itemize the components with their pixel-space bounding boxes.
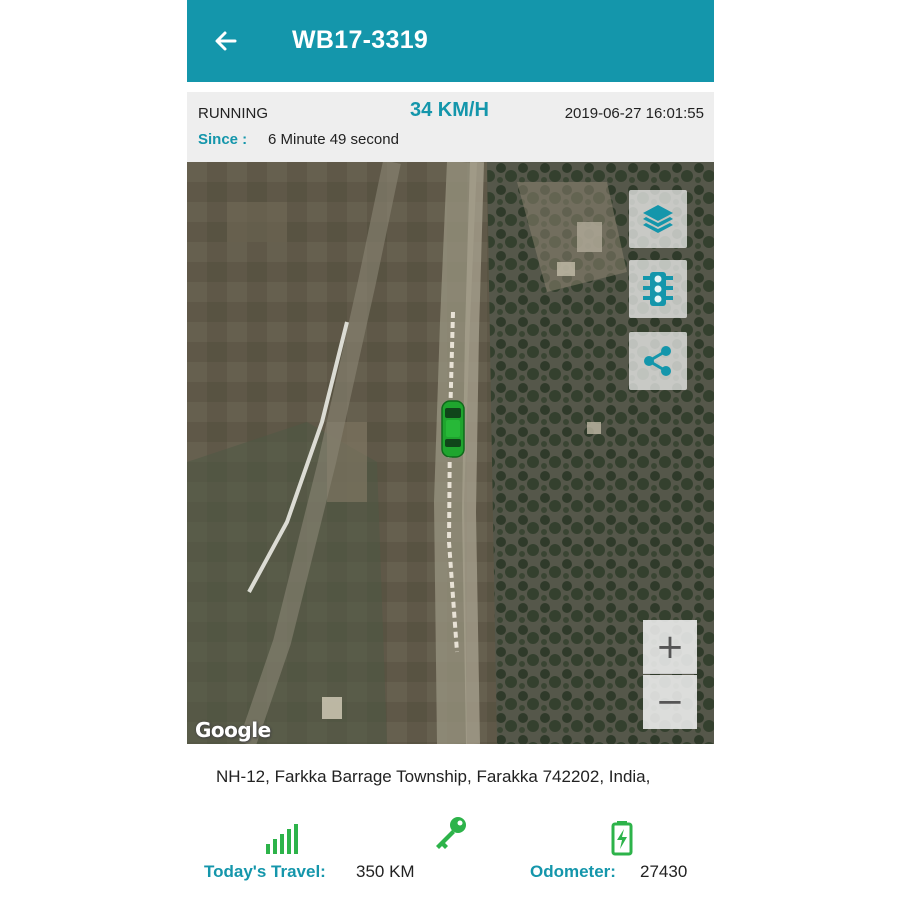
battery-indicator <box>602 818 642 858</box>
since-label: Since : <box>198 131 248 148</box>
traffic-button[interactable] <box>629 260 687 318</box>
car-icon <box>441 400 465 458</box>
odometer-label: Odometer: <box>530 862 616 881</box>
signal-indicator <box>263 818 303 858</box>
ignition-indicator <box>430 814 470 854</box>
address-text: NH-12, Farkka Barrage Township, Farakka … <box>216 767 651 786</box>
google-logo: Google <box>195 718 271 742</box>
key-icon <box>436 817 466 849</box>
arrow-left-icon <box>215 31 237 51</box>
vehicle-state: RUNNING <box>198 105 268 122</box>
zoom-out-button[interactable]: − <box>643 675 697 729</box>
traffic-light-icon <box>643 272 673 306</box>
status-bar: RUNNING 34 KM/H 2019-06-27 16:01:55 Sinc… <box>187 92 714 162</box>
last-update-datetime: 2019-06-27 16:01:55 <box>564 105 704 122</box>
zoom-in-button[interactable]: + <box>643 620 697 674</box>
todays-travel-value: 350 KM <box>356 862 415 881</box>
layers-icon <box>643 205 673 233</box>
since-duration: 6 Minute 49 second <box>268 131 399 148</box>
todays-travel-label: Today's Travel: <box>204 862 326 881</box>
odometer-value: 27430 <box>640 862 688 881</box>
vehicle-number-title: WB17-3319 <box>292 26 429 54</box>
share-icon <box>644 346 671 376</box>
app-bar: WB17-3319 <box>187 0 714 82</box>
map-view[interactable]: + − Google <box>187 162 714 744</box>
vehicle-speed: 34 KM/H <box>410 99 489 121</box>
vehicle-tracking-screen: WB17-3319 RUNNING 34 KM/H 2019-06-27 16:… <box>187 0 714 900</box>
battery-icon <box>611 821 633 856</box>
signal-bars-icon <box>266 824 298 854</box>
share-button[interactable] <box>629 332 687 390</box>
back-button[interactable] <box>209 24 243 58</box>
layers-button[interactable] <box>629 190 687 248</box>
vehlicle-marker[interactable] <box>440 399 466 464</box>
